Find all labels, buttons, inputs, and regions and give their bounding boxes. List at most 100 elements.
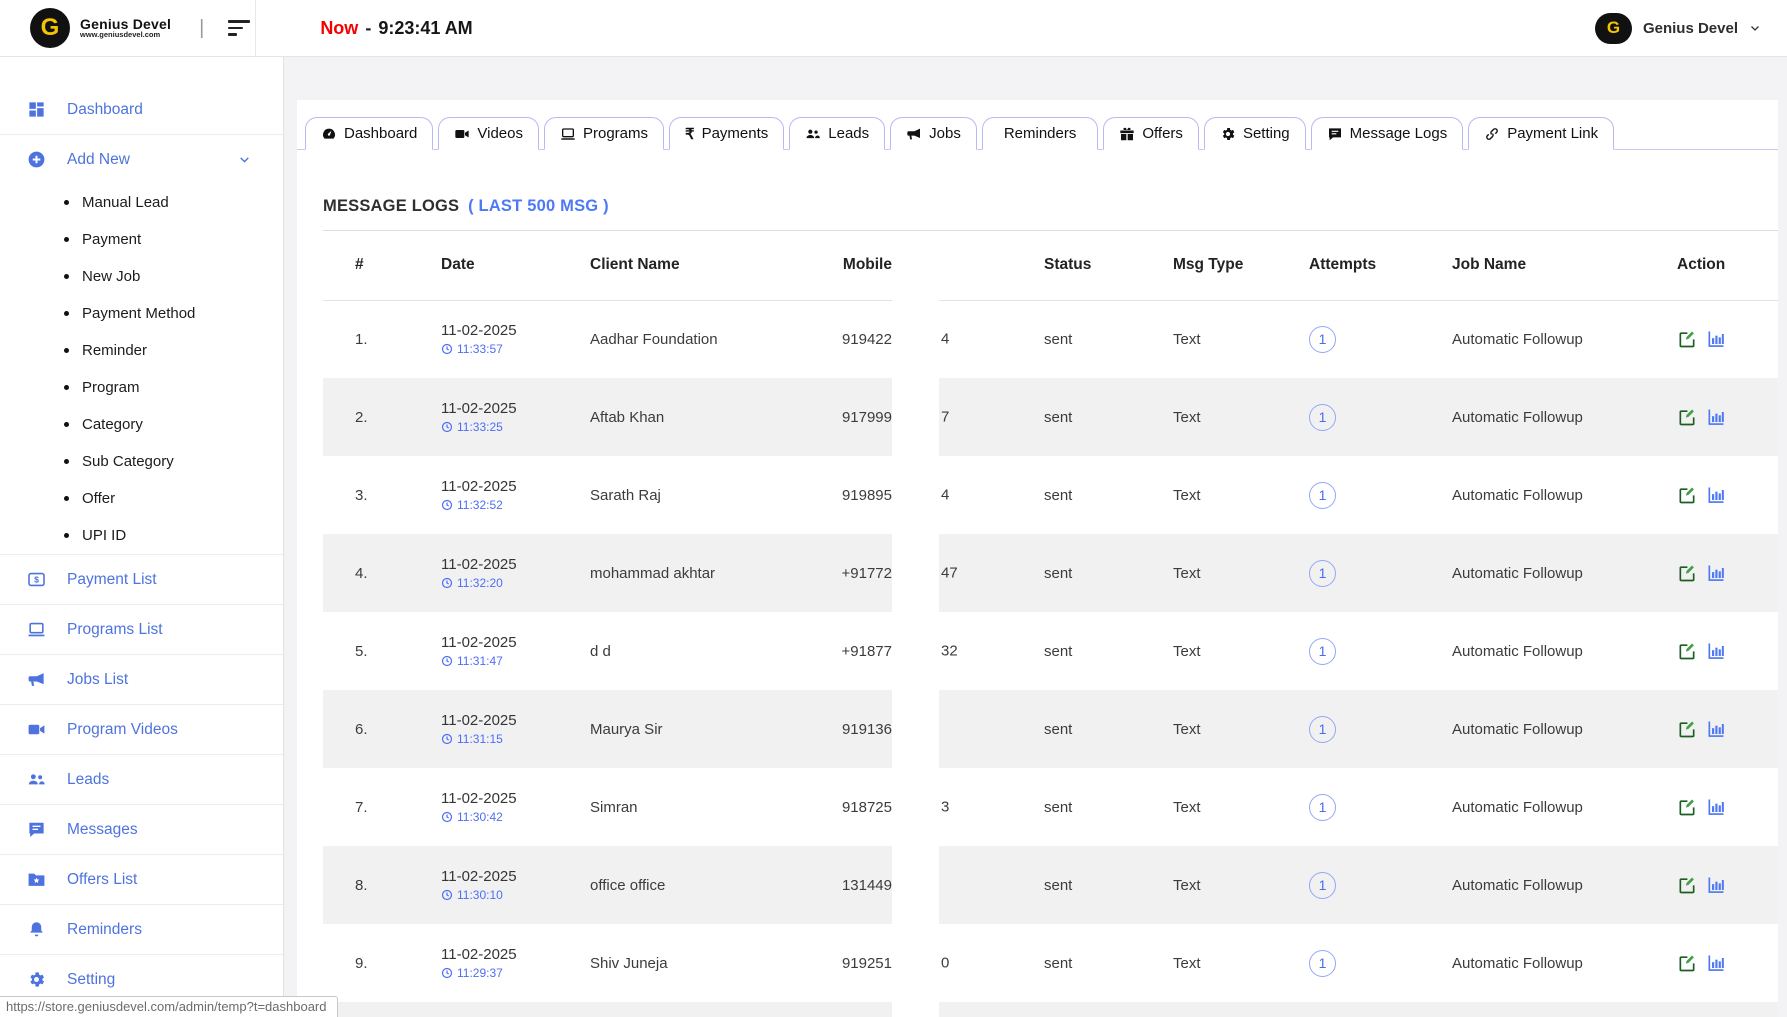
sidebar-item-label: Add New	[67, 151, 130, 169]
date-value: 11-02-2025	[441, 400, 559, 417]
chart-action-button[interactable]	[1706, 719, 1726, 739]
sidebar-item-program-videos[interactable]: Program Videos	[0, 705, 283, 754]
chart-action-button[interactable]	[1706, 797, 1726, 817]
date-value: 11-02-2025	[441, 556, 559, 573]
tab-label: Jobs	[929, 125, 961, 142]
edit-action-button[interactable]	[1677, 329, 1697, 349]
mobile-value: 919251	[842, 955, 892, 972]
date-cell: 11-02-202511:31:15	[411, 690, 559, 768]
sidebar-item-program[interactable]: Program	[0, 369, 283, 406]
sidebar-item-offer[interactable]: Offer	[0, 480, 283, 517]
attempts-badge[interactable]: 1	[1309, 326, 1336, 353]
tab-payment-link[interactable]: Payment Link	[1468, 117, 1614, 150]
tab-leads[interactable]: Leads	[789, 117, 885, 150]
sidebar-item-dashboard[interactable]: Dashboard	[0, 85, 283, 134]
clock-icon	[441, 421, 453, 433]
chart-action-button[interactable]	[1706, 407, 1726, 427]
sidebar-item-jobs-list[interactable]: Jobs List	[0, 655, 283, 704]
sidebar-subitem-label: Offer	[82, 490, 115, 507]
table-row: 1.11-02-202511:33:57Aadhar Foundation919…	[323, 300, 1778, 378]
sidebar-item-reminders[interactable]: Reminders	[0, 905, 283, 954]
sidebar-item-manual-lead[interactable]: Manual Lead	[0, 184, 283, 221]
mobile-value: 919895	[842, 487, 892, 504]
menu-toggle-icon[interactable]	[228, 20, 250, 36]
chevron-down-icon	[1749, 22, 1761, 34]
attempts-badge[interactable]: 1	[1309, 404, 1336, 431]
user-menu[interactable]: G Genius Devel	[1595, 13, 1787, 44]
tab-programs[interactable]: Programs	[544, 117, 664, 150]
attempts-badge[interactable]: 1	[1309, 872, 1336, 899]
edit-action-button[interactable]	[1677, 641, 1697, 661]
sidebar-item-upi-id[interactable]: UPI ID	[0, 517, 283, 554]
column-header-client-name: Client Name	[559, 231, 779, 300]
job-name-value: Automatic Followup	[1430, 456, 1650, 534]
sidebar-item-offers-list[interactable]: Offers List	[0, 855, 283, 904]
tab-reminders[interactable]: Reminders	[982, 117, 1099, 150]
action-buttons	[1677, 407, 1778, 427]
tab-label: Dashboard	[344, 125, 417, 142]
edit-action-button[interactable]	[1677, 875, 1697, 895]
sidebar-item-reminder[interactable]: Reminder	[0, 332, 283, 369]
sidebar-subitem-label: UPI ID	[82, 527, 126, 544]
chart-action-button[interactable]	[1706, 641, 1726, 661]
brand[interactable]: G Genius Devel www.geniusdevel.com	[0, 8, 171, 48]
mobile-tail-fragment: 3	[941, 799, 949, 816]
tab-dashboard[interactable]: Dashboard	[305, 117, 433, 150]
attempts-badge[interactable]: 1	[1309, 482, 1336, 509]
tab-videos[interactable]: Videos	[438, 117, 539, 150]
edit-action-button[interactable]	[1677, 719, 1697, 739]
sidebar-item-new-job[interactable]: New Job	[0, 258, 283, 295]
client-name: office office	[559, 846, 779, 924]
mobile-redaction-overlay	[892, 287, 939, 1017]
attempts-badge[interactable]: 1	[1309, 638, 1336, 665]
edit-action-button[interactable]	[1677, 797, 1697, 817]
sidebar-item-programs-list[interactable]: Programs List	[0, 605, 283, 654]
chart-action-button[interactable]	[1706, 875, 1726, 895]
laptop-icon	[560, 126, 576, 142]
chart-action-button[interactable]	[1706, 953, 1726, 973]
date-cell: 11-02-202511:31:47	[411, 612, 559, 690]
attempts-cell: 1	[1290, 300, 1430, 378]
sidebar: Dashboard Add New Manual LeadPaymentNew Jo…	[0, 57, 284, 1017]
table-row: 7.11-02-202511:30:42Simran9187253sentTex…	[323, 768, 1778, 846]
title-suffix: ( LAST 500 MSG )	[468, 197, 609, 215]
attempts-badge[interactable]: 1	[1309, 950, 1336, 977]
chart-action-button[interactable]	[1706, 329, 1726, 349]
client-name: Simran	[559, 768, 779, 846]
brand-name: Genius Devel	[80, 17, 171, 32]
column-header-msg-type: Msg Type	[1159, 231, 1290, 300]
chart-action-button[interactable]	[1706, 563, 1726, 583]
attempts-badge[interactable]: 1	[1309, 794, 1336, 821]
tab-jobs[interactable]: Jobs	[890, 117, 977, 150]
sidebar-item-leads[interactable]: Leads	[0, 755, 283, 804]
sidebar-item-add-new[interactable]: Add New	[0, 135, 283, 184]
attempts-badge[interactable]: 1	[1309, 560, 1336, 587]
edit-action-button[interactable]	[1677, 485, 1697, 505]
sidebar-item-payment[interactable]: Payment	[0, 221, 283, 258]
tab-setting[interactable]: Setting	[1204, 117, 1306, 150]
row-number: 7.	[323, 768, 411, 846]
gear-icon	[1220, 126, 1236, 142]
action-buttons	[1677, 485, 1778, 505]
sidebar-item-sub-category[interactable]: Sub Category	[0, 443, 283, 480]
tab-message-logs[interactable]: Message Logs	[1311, 117, 1464, 150]
tab-payments[interactable]: ₹Payments	[669, 117, 784, 150]
edit-action-button[interactable]	[1677, 407, 1697, 427]
chart-action-button[interactable]	[1706, 485, 1726, 505]
attempts-cell: 1	[1290, 924, 1430, 1002]
sidebar-item-payment-list[interactable]: $Payment List	[0, 555, 283, 604]
edit-action-button[interactable]	[1677, 953, 1697, 973]
sidebar-item-messages[interactable]: Messages	[0, 805, 283, 854]
row-number: 6.	[323, 690, 411, 768]
rupee-icon: ₹	[685, 125, 695, 143]
brand-tagline: www.geniusdevel.com	[80, 31, 171, 39]
edit-action-button[interactable]	[1677, 563, 1697, 583]
mobile-tail-fragment: 0	[941, 955, 949, 972]
tab-offers[interactable]: Offers	[1103, 117, 1199, 150]
sidebar-item-payment-method[interactable]: Payment Method	[0, 295, 283, 332]
avatar: G	[1595, 13, 1632, 44]
attempts-badge[interactable]: 1	[1309, 716, 1336, 743]
job-name-value	[1430, 1002, 1650, 1017]
sidebar-item-category[interactable]: Category	[0, 406, 283, 443]
row-number: 5.	[323, 612, 411, 690]
